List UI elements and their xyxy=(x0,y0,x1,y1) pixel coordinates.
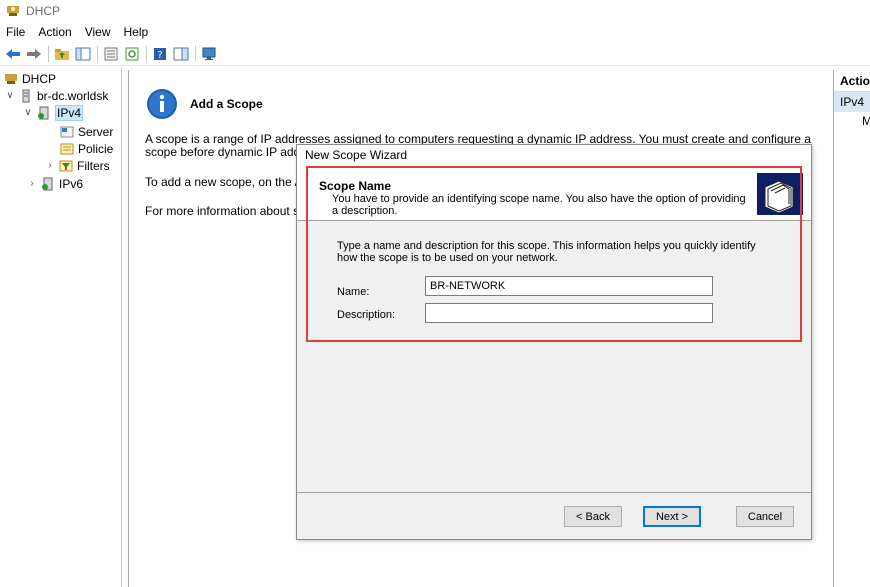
highlight-box xyxy=(306,166,802,342)
back-button[interactable]: < Back xyxy=(564,506,622,527)
main-paragraph-line: scope before dynamic IP addr xyxy=(145,145,305,159)
title-bar: DHCP xyxy=(0,0,870,22)
forward-arrow-icon[interactable] xyxy=(25,45,43,63)
dhcp-icon xyxy=(5,73,17,84)
expand-chevron-icon[interactable]: › xyxy=(44,160,56,171)
actions-header: Actions xyxy=(834,70,870,92)
actions-more-item[interactable]: More Actions xyxy=(834,112,870,130)
menu-action[interactable]: Action xyxy=(38,25,71,39)
expand-chevron-icon[interactable]: › xyxy=(26,178,38,189)
tree-item-server[interactable]: ∨ br-dc.worldsk xyxy=(4,87,108,104)
add-scope-heading: Add a Scope xyxy=(190,97,263,111)
console-tree: DHCP ∨ br-dc.worldsk ∨ IPv4 Server Polic… xyxy=(0,67,122,587)
actions-section-ipv4[interactable]: IPv4 xyxy=(834,92,870,112)
ipv4-icon xyxy=(38,106,49,119)
tree-item-filters[interactable]: › Filters xyxy=(44,157,110,174)
toolbar-separator xyxy=(97,45,98,62)
tree-item-dhcp[interactable]: DHCP xyxy=(4,70,56,87)
tree-item-ipv6[interactable]: › IPv6 xyxy=(26,175,83,192)
tree-item-policies[interactable]: Policie xyxy=(60,140,113,157)
cancel-button[interactable]: Cancel xyxy=(736,506,794,527)
help-icon[interactable]: ? xyxy=(151,45,169,63)
server-options-icon xyxy=(60,126,74,137)
info-icon xyxy=(147,89,177,119)
toolbar: ? xyxy=(0,42,870,66)
menu-help[interactable]: Help xyxy=(124,25,149,39)
tree-label: DHCP xyxy=(22,71,57,86)
policies-icon xyxy=(60,143,74,154)
main-paragraph: For more information about s xyxy=(145,204,300,218)
tree-label: Policie xyxy=(78,141,114,156)
menu-view[interactable]: View xyxy=(85,25,111,39)
tree-label: Server xyxy=(78,124,114,139)
back-arrow-icon[interactable] xyxy=(4,45,22,63)
filters-icon xyxy=(59,160,73,171)
properties-icon[interactable] xyxy=(102,45,120,63)
actions-pane: Actions IPv4 More Actions xyxy=(833,70,870,587)
toolbar-separator xyxy=(48,45,49,62)
dhcp-app-icon xyxy=(7,6,19,16)
tree-label: br-dc.worldsk xyxy=(37,88,109,103)
server-icon xyxy=(22,89,30,102)
collapse-chevron-icon[interactable]: ∨ xyxy=(4,90,16,101)
action-pane-icon[interactable] xyxy=(172,45,190,63)
monitor-icon[interactable] xyxy=(200,45,218,63)
window-title: DHCP xyxy=(26,4,61,18)
refresh-icon[interactable] xyxy=(123,45,141,63)
tree-label: IPv4 xyxy=(55,104,84,121)
wizard-title-bar: New Scope Wizard xyxy=(297,145,811,165)
show-hide-tree-icon[interactable] xyxy=(74,45,92,63)
toolbar-separator xyxy=(146,45,147,62)
collapse-chevron-icon[interactable]: ∨ xyxy=(22,107,34,118)
tree-label: Filters xyxy=(77,158,110,173)
menu-bar: File Action View Help xyxy=(0,22,870,42)
svg-text:?: ? xyxy=(157,50,162,61)
next-button[interactable]: Next > xyxy=(643,506,701,527)
main-paragraph: To add a new scope, on the A xyxy=(145,175,303,189)
tree-label: IPv6 xyxy=(59,176,84,191)
wizard-button-separator xyxy=(297,492,811,493)
tree-item-server-options[interactable]: Server xyxy=(60,123,113,140)
menu-file[interactable]: File xyxy=(6,25,25,39)
folder-up-icon[interactable] xyxy=(53,45,71,63)
ipv6-icon xyxy=(42,177,53,190)
toolbar-separator xyxy=(195,45,196,62)
tree-item-ipv4[interactable]: ∨ IPv4 xyxy=(22,104,84,121)
